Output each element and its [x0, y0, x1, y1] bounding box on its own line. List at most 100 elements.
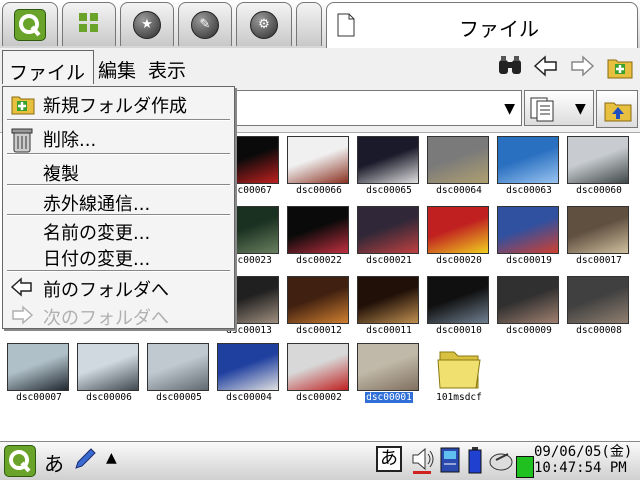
- photo-thumbnail: [8, 344, 68, 390]
- menu-item-new-folder[interactable]: 新規フォルダ作成: [3, 91, 234, 117]
- file-item[interactable]: dsc00001: [354, 340, 424, 410]
- settings-icon: ⚙: [250, 10, 278, 39]
- menu-file[interactable]: ファイル: [2, 50, 94, 84]
- file-name: dsc00012: [296, 325, 342, 336]
- file-item[interactable]: dsc00010: [424, 273, 494, 343]
- battery-icon[interactable]: [468, 446, 482, 478]
- file-name: dsc00017: [576, 255, 622, 266]
- clock-time: 10:47:54 PM: [534, 460, 627, 476]
- menu-item-previous-folder[interactable]: 前のフォルダへ: [3, 275, 234, 301]
- photo-thumbnail: [358, 277, 418, 323]
- file-name: dsc00011: [366, 325, 412, 336]
- clock[interactable]: 09/06/05(金) 10:47:54 PM: [534, 444, 632, 476]
- qtopia-start-icon[interactable]: [4, 445, 36, 477]
- chevron-down-icon: ▼: [504, 101, 515, 117]
- file-item[interactable]: dsc00064: [424, 133, 494, 203]
- chevron-up-icon[interactable]: ▲: [106, 450, 117, 466]
- tab-settings[interactable]: ⚙: [236, 2, 292, 46]
- file-name: 101msdcf: [436, 392, 482, 403]
- menu-item-change-date[interactable]: 日付の変更...: [3, 244, 234, 270]
- input-mode-indicator[interactable]: あ: [44, 448, 64, 477]
- file-item[interactable]: dsc00066: [284, 133, 354, 203]
- view-mode-button[interactable]: ▼: [524, 90, 594, 126]
- star-icon: ★: [133, 10, 161, 39]
- applications-grid-icon: [77, 11, 101, 39]
- file-item[interactable]: dsc00017: [564, 203, 634, 273]
- menu-item-rename[interactable]: 名前の変更...: [3, 218, 234, 244]
- copy-documents-icon: [530, 97, 554, 122]
- folder-item[interactable]: 101msdcf: [424, 340, 494, 410]
- menu-item-infrared[interactable]: 赤外線通信...: [3, 189, 234, 215]
- path-combo[interactable]: ▼: [236, 90, 522, 126]
- wrench-icon: ✎: [191, 10, 219, 39]
- taskbar: あ ▲ あ 09/06/05(金) 10:47:54 PM: [0, 441, 640, 480]
- new-folder-icon[interactable]: [606, 54, 634, 82]
- file-item[interactable]: dsc00009: [494, 273, 564, 343]
- photo-thumbnail: [358, 207, 418, 253]
- file-name: dsc00066: [296, 185, 342, 196]
- photo-thumbnail: [358, 137, 418, 183]
- ime-indicator[interactable]: あ: [376, 446, 402, 472]
- tab-qtopia[interactable]: [2, 2, 58, 46]
- photo-thumbnail: [428, 137, 488, 183]
- tab-blank[interactable]: [296, 2, 322, 46]
- menu-item-delete[interactable]: 削除...: [3, 125, 234, 153]
- new-folder-icon: [11, 93, 35, 115]
- speaker-icon[interactable]: [410, 446, 436, 478]
- file-item[interactable]: dsc00060: [564, 133, 634, 203]
- menu-separator: [7, 270, 230, 272]
- file-name: dsc00064: [436, 185, 482, 196]
- file-item[interactable]: dsc00005: [144, 340, 214, 410]
- menu-edit[interactable]: 編集: [98, 56, 136, 83]
- photo-thumbnail: [78, 344, 138, 390]
- back-arrow-icon[interactable]: [532, 54, 560, 82]
- file-item[interactable]: dsc00012: [284, 273, 354, 343]
- file-item[interactable]: dsc00006: [74, 340, 144, 410]
- file-name: dsc00007: [16, 392, 62, 403]
- tab-tools[interactable]: ✎: [178, 2, 232, 46]
- tab-title: ファイル: [459, 17, 539, 41]
- parent-folder-button[interactable]: [596, 90, 638, 128]
- pen-input-icon[interactable]: [72, 446, 98, 476]
- photo-thumbnail: [288, 277, 348, 323]
- photo-thumbnail: [498, 137, 558, 183]
- file-item[interactable]: dsc00004: [214, 340, 284, 410]
- tab-applications[interactable]: [62, 2, 116, 46]
- photo-thumbnail: [288, 344, 348, 390]
- file-item[interactable]: dsc00020: [424, 203, 494, 273]
- file-name: dsc00006: [86, 392, 132, 403]
- forward-arrow-icon: [11, 305, 34, 327]
- file-name: dsc00005: [156, 392, 202, 403]
- photo-thumbnail: [358, 344, 418, 390]
- forward-arrow-icon[interactable]: [568, 54, 596, 82]
- photo-thumbnail: [288, 207, 348, 253]
- stylus-calibrate-icon[interactable]: [488, 446, 514, 478]
- photo-thumbnail: [568, 277, 628, 323]
- file-item[interactable]: dsc00019: [494, 203, 564, 273]
- file-item[interactable]: dsc00021: [354, 203, 424, 273]
- file-item[interactable]: dsc00007: [4, 340, 74, 410]
- folder-up-icon: [604, 102, 632, 122]
- file-item[interactable]: dsc00002: [284, 340, 354, 410]
- menu-view[interactable]: 表示: [148, 56, 186, 83]
- binoculars-icon[interactable]: [496, 54, 524, 82]
- menu-item-duplicate[interactable]: 複製: [3, 159, 234, 185]
- tab-files-active[interactable]: ファイル: [326, 2, 638, 48]
- photo-thumbnail: [218, 344, 278, 390]
- file-item[interactable]: dsc00011: [354, 273, 424, 343]
- memory-card-icon[interactable]: [440, 446, 460, 478]
- menu-separator: [7, 214, 230, 216]
- folder-icon: [428, 344, 488, 390]
- file-item[interactable]: dsc00008: [564, 273, 634, 343]
- file-name: dsc00060: [576, 185, 622, 196]
- tab-favorites[interactable]: ★: [120, 2, 174, 46]
- photo-thumbnail: [148, 344, 208, 390]
- qtopia-app-icon: [14, 8, 46, 41]
- file-name: dsc00008: [576, 325, 622, 336]
- menu-separator: [7, 153, 230, 155]
- file-name: dsc00010: [436, 325, 482, 336]
- file-item[interactable]: dsc00065: [354, 133, 424, 203]
- file-item[interactable]: dsc00063: [494, 133, 564, 203]
- file-name: dsc00001: [365, 392, 413, 403]
- file-item[interactable]: dsc00022: [284, 203, 354, 273]
